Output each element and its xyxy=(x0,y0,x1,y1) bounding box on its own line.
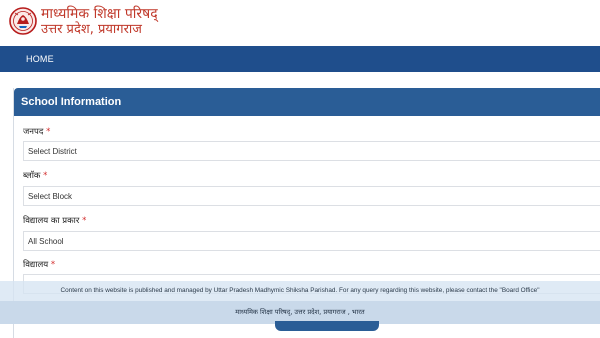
district-label: जनपद * xyxy=(23,126,50,137)
required-marker: * xyxy=(82,216,87,226)
school-type-label: विद्यालय का प्रकार * xyxy=(23,215,86,226)
main-navbar: HOME xyxy=(0,46,600,72)
footer-notice-bar: Content on this website is published and… xyxy=(0,281,600,301)
block-label-text: ब्लॉक xyxy=(23,171,41,181)
block-select[interactable]: Select Block xyxy=(23,186,600,206)
nav-home-link[interactable]: HOME xyxy=(26,46,54,72)
required-marker: * xyxy=(50,260,56,270)
school-label-text: विद्यालय xyxy=(23,260,49,270)
district-select[interactable]: Select District xyxy=(23,141,600,161)
required-marker: * xyxy=(43,171,48,181)
submit-button[interactable] xyxy=(275,321,379,331)
up-emblem-icon xyxy=(9,7,37,35)
required-marker: * xyxy=(46,127,51,137)
district-select-value: Select District xyxy=(28,147,77,156)
school-type-select[interactable]: All School xyxy=(23,231,600,251)
school-type-label-text: विद्यालय का प्रकार xyxy=(23,216,80,226)
site-header: माध्यमिक शिक्षा परिषद् उत्तर प्रदेश, प्र… xyxy=(0,0,600,46)
block-select-value: Select Block xyxy=(28,192,73,201)
footer-notice-text: Content on this website is published and… xyxy=(60,287,540,294)
org-name-line1: माध्यमिक शिक्षा परिषद् xyxy=(41,6,158,22)
org-name-line2: उत्तर प्रदेश, प्रयागराज xyxy=(41,22,142,37)
district-label-text: जनपद xyxy=(23,127,44,137)
card-header: School Information xyxy=(14,88,600,116)
block-label: ब्लॉक * xyxy=(23,170,47,181)
school-label: विद्यालय * xyxy=(23,259,55,270)
school-type-select-value: All School xyxy=(28,237,64,246)
card-title: School Information xyxy=(21,96,122,108)
